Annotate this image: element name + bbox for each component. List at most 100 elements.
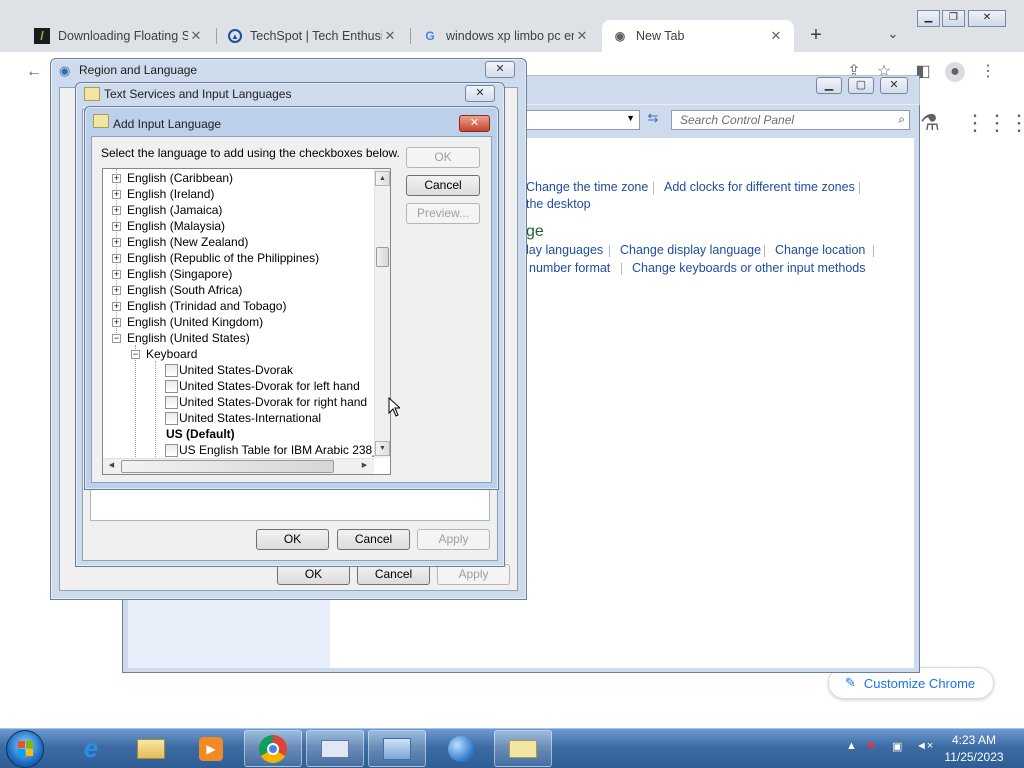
network-taskbar-button[interactable] (432, 730, 490, 767)
refresh-icon[interactable]: ⇆ (642, 110, 664, 130)
expand-icon[interactable]: + (112, 254, 121, 263)
region-cancel-button[interactable]: Cancel (357, 564, 430, 585)
category-heading[interactable]: ge (526, 223, 544, 241)
search-icon[interactable]: ⌕ (898, 112, 905, 127)
close-tab-icon[interactable]: ✕ (574, 28, 590, 44)
tree-item-language[interactable]: English (Ireland) (127, 186, 214, 202)
minimize-icon[interactable]: ▁ (917, 10, 940, 27)
minimize-icon[interactable]: ▁ (816, 77, 842, 94)
tree-item-keyboard[interactable]: United States-Dvorak for right hand (179, 394, 367, 410)
tree-item-language[interactable]: English (Trinidad and Tobago) (127, 298, 286, 314)
expand-icon[interactable]: + (112, 174, 121, 183)
tree-item-keyboard[interactable]: United States-International (179, 410, 321, 426)
expand-icon[interactable]: + (112, 222, 121, 231)
search-input[interactable]: Search Control Panel ⌕ (671, 110, 910, 130)
expand-icon[interactable]: + (112, 270, 121, 279)
scroll-up-icon[interactable]: ▲ (375, 171, 390, 186)
volume-muted-icon[interactable]: ◄× (916, 740, 933, 752)
expand-icon[interactable]: + (112, 302, 121, 311)
close-icon[interactable]: ✕ (459, 115, 490, 132)
region-ok-button[interactable]: OK (277, 564, 350, 585)
text-services-cancel-button[interactable]: Cancel (337, 529, 410, 550)
chrome-taskbar-button[interactable] (244, 730, 302, 767)
action-center-icon[interactable]: ⚑ (866, 740, 876, 753)
profile-avatar-icon[interactable]: ● (945, 62, 965, 82)
close-window-icon[interactable]: ✕ (968, 10, 1006, 27)
system-clock[interactable]: 4:23 AM 11/25/2023 (938, 732, 1010, 766)
dropdown-arrow-icon[interactable]: ▼ (626, 113, 635, 123)
tab-search-icon[interactable]: ⌄ (884, 26, 902, 44)
show-hidden-icons-icon[interactable]: ▲ (846, 740, 857, 752)
tab-techspot[interactable]: ▲ TechSpot | Tech Enthusia ✕ (218, 20, 408, 52)
region-apply-button[interactable]: Apply (437, 564, 510, 585)
tree-item-language[interactable]: English (Singapore) (127, 266, 232, 282)
tab-google-search[interactable]: G windows xp limbo pc em ✕ (412, 20, 600, 52)
dialog-ok-button[interactable]: OK (406, 147, 480, 168)
maximize-icon[interactable]: ▢ (848, 77, 874, 94)
scroll-thumb[interactable] (121, 460, 334, 473)
close-icon[interactable]: ✕ (465, 85, 495, 102)
tree-item-keyboard[interactable]: United States-Dvorak (179, 362, 293, 378)
scroll-left-icon[interactable]: ◀ (104, 459, 119, 474)
text-services-ok-button[interactable]: OK (256, 529, 329, 550)
close-icon[interactable]: ✕ (485, 61, 515, 78)
expand-icon[interactable]: + (112, 318, 121, 327)
scroll-right-icon[interactable]: ▶ (357, 459, 372, 474)
tree-item-keyboard-group[interactable]: Keyboard (146, 346, 197, 362)
tree-item-language[interactable]: English (New Zealand) (127, 234, 248, 250)
expand-icon[interactable]: + (112, 238, 121, 247)
tab-new-tab[interactable]: ◉ New Tab ✕ (602, 20, 794, 52)
collapse-icon[interactable]: − (112, 334, 121, 343)
tree-item-language[interactable]: English (South Africa) (127, 282, 242, 298)
add-clocks-link[interactable]: Add clocks for different time zones (664, 180, 855, 194)
expand-icon[interactable]: + (112, 206, 121, 215)
change-display-language-link[interactable]: Change display language (620, 243, 761, 257)
close-tab-icon[interactable]: ✕ (188, 28, 204, 44)
tree-item-default-keyboard[interactable]: US (Default) (166, 426, 235, 442)
tree-item-keyboard[interactable]: United States-Dvorak for left hand (179, 378, 360, 394)
tree-item-language[interactable]: English (Malaysia) (127, 218, 225, 234)
tree-item-language[interactable]: English (Caribbean) (127, 170, 233, 186)
text-services-apply-button[interactable]: Apply (417, 529, 490, 550)
change-location-link[interactable]: Change location (775, 243, 865, 257)
tab-downloading-floating[interactable]: / Downloading Floating S ✕ (24, 20, 214, 52)
number-format-link[interactable]: number format (529, 261, 610, 275)
explorer-taskbar-button[interactable] (122, 730, 180, 767)
dialog-preview-button[interactable]: Preview... (406, 203, 480, 224)
close-tab-icon[interactable]: ✕ (768, 28, 784, 44)
keyboard-checkbox[interactable] (165, 380, 178, 393)
tree-item-language-expanded[interactable]: English (United States) (127, 330, 250, 346)
keyboard-checkbox[interactable] (165, 444, 178, 457)
dialog-cancel-button[interactable]: Cancel (406, 175, 480, 196)
close-tab-icon[interactable]: ✕ (382, 28, 398, 44)
start-button[interactable] (6, 730, 44, 768)
close-icon[interactable]: ✕ (880, 77, 908, 94)
display-languages-link[interactable]: lay languages (526, 243, 603, 257)
control-panel-taskbar-button[interactable] (368, 730, 426, 767)
keyboard-checkbox[interactable] (165, 396, 178, 409)
language-tree[interactable]: + English (Caribbean) + English (Ireland… (102, 168, 391, 475)
desktop-link[interactable]: the desktop (526, 197, 591, 211)
scroll-thumb[interactable] (376, 247, 389, 267)
new-tab-button[interactable]: + (806, 24, 826, 46)
address-bar[interactable]: ▼ (526, 110, 640, 130)
horizontal-scrollbar[interactable]: ◀ ▶ (103, 458, 374, 474)
chrome-menu-icon[interactable]: ⋮ (978, 62, 998, 82)
expand-icon[interactable]: + (112, 286, 121, 295)
maximize-icon[interactable]: ❐ (942, 10, 965, 27)
tree-item-keyboard[interactable]: US English Table for IBM Arabic 238_L (179, 442, 386, 458)
change-keyboards-link[interactable]: Change keyboards or other input methods (632, 261, 865, 275)
region-language-taskbar-button[interactable] (494, 730, 552, 767)
tree-item-language[interactable]: English (United Kingdom) (127, 314, 263, 330)
apps-grid-icon[interactable]: ⋮⋮⋮ (964, 110, 1024, 136)
internet-explorer-taskbar-button[interactable]: e (62, 730, 120, 767)
collapse-icon[interactable]: − (131, 350, 140, 359)
keyboard-settings-taskbar-button[interactable] (306, 730, 364, 767)
network-status-icon[interactable]: ▣ (892, 740, 902, 753)
tree-item-language[interactable]: English (Republic of the Philippines) (127, 250, 319, 266)
scroll-down-icon[interactable]: ▼ (375, 441, 390, 456)
change-time-zone-link[interactable]: Change the time zone (526, 180, 648, 194)
keyboard-checkbox[interactable] (165, 364, 178, 377)
keyboard-checkbox[interactable] (165, 412, 178, 425)
back-arrow-icon[interactable]: ← (24, 62, 44, 82)
